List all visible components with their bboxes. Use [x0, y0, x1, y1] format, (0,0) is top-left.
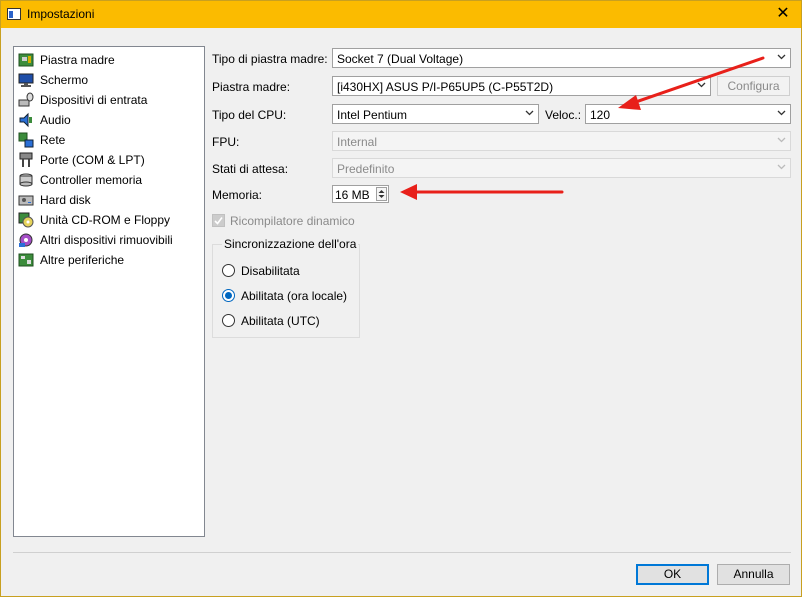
machine-value: [i430HX] ASUS P/I-P65UP5 (C-P55T2D) — [337, 80, 554, 94]
cpu-type-value: Intel Pentium — [337, 108, 408, 122]
time-sync-title: Sincronizzazione dell'ora — [222, 237, 359, 251]
time-sync-option-label: Abilitata (ora locale) — [241, 289, 348, 303]
sidebar-item-audio[interactable]: Audio — [18, 111, 202, 129]
settings-window: Impostazioni ✕ Piastra madre Schermo Dis… — [0, 0, 802, 597]
sidebar-item-label: Altre periferiche — [40, 253, 125, 267]
ports-icon — [18, 152, 34, 168]
app-icon — [7, 8, 21, 20]
sidebar-item-label: Unità CD-ROM e Floppy — [40, 213, 171, 227]
cpu-speed-label: Veloc.: — [545, 108, 582, 122]
chevron-down-icon — [777, 135, 786, 144]
time-sync-utc-radio[interactable] — [222, 314, 235, 327]
dynarec-checkbox[interactable] — [212, 214, 225, 227]
sidebar-item-label: Controller memoria — [40, 173, 143, 187]
sidebar-item-label: Rete — [40, 133, 66, 147]
fpu-value: Internal — [337, 135, 378, 149]
machine-type-label: Tipo di piastra madre: — [212, 52, 328, 66]
time-sync-disabled-radio[interactable] — [222, 264, 235, 277]
sidebar-item-cdrom-floppy[interactable]: Unità CD-ROM e Floppy — [18, 211, 202, 229]
cpu-type-label: Tipo del CPU: — [212, 108, 287, 122]
fpu-label: FPU: — [212, 135, 240, 149]
sidebar-item-network[interactable]: Rete — [18, 131, 202, 149]
network-icon — [18, 132, 34, 148]
sidebar-item-label: Porte (COM & LPT) — [40, 153, 145, 167]
cpu-speed-value: 120 — [590, 108, 611, 122]
machine-label: Piastra madre: — [212, 80, 291, 94]
wait-states-select[interactable]: Predefinito — [332, 158, 791, 178]
sidebar-item-label: Hard disk — [40, 193, 91, 207]
display-icon — [18, 72, 34, 88]
chevron-down-icon — [697, 80, 706, 89]
machine-type-value: Socket 7 (Dual Voltage) — [337, 52, 464, 66]
motherboard-icon — [18, 52, 34, 68]
cpu-speed-select[interactable]: 120 — [585, 104, 791, 124]
footer-divider — [13, 552, 791, 553]
memory-value: 16 MB — [335, 188, 370, 202]
sidebar-item-storage-controllers[interactable]: Controller memoria — [18, 171, 202, 189]
sidebar-item-hard-disks[interactable]: Hard disk — [18, 191, 202, 209]
other-peripherals-icon — [18, 252, 34, 268]
chevron-down-icon — [777, 52, 786, 61]
sidebar-item-label: Audio — [40, 113, 71, 127]
sidebar-item-other-peripherals[interactable]: Altre periferiche — [18, 251, 202, 269]
sidebar-item-motherboard[interactable]: Piastra madre — [18, 51, 202, 69]
input-devices-icon — [18, 92, 34, 108]
sidebar-item-input-devices[interactable]: Dispositivi di entrata — [18, 91, 202, 109]
sidebar-item-removable-devices[interactable]: Altri dispositivi rimuovibili — [18, 231, 202, 249]
sidebar-item-label: Schermo — [40, 73, 89, 87]
spin-arrows-icon[interactable] — [376, 187, 387, 201]
ok-button[interactable]: OK — [636, 564, 709, 585]
chevron-down-icon — [525, 108, 534, 117]
window-title: Impostazioni — [27, 7, 95, 21]
category-list: Piastra madre Schermo Dispositivi di ent… — [13, 46, 205, 537]
configure-button[interactable]: Configura — [717, 76, 790, 96]
sidebar-item-label: Dispositivi di entrata — [40, 93, 148, 107]
sidebar-item-label: Piastra madre — [40, 53, 115, 67]
memory-spinbox[interactable]: 16 MB — [332, 185, 389, 203]
removable-devices-icon — [18, 232, 34, 248]
cpu-type-select[interactable]: Intel Pentium — [332, 104, 539, 124]
time-sync-local-radio[interactable] — [222, 289, 235, 302]
dynarec-label: Ricompilatore dinamico — [230, 214, 355, 228]
audio-icon — [18, 112, 34, 128]
storage-controller-icon — [18, 172, 34, 188]
chevron-down-icon — [777, 108, 786, 117]
time-sync-option-label: Disabilitata — [241, 264, 300, 278]
time-sync-option-label: Abilitata (UTC) — [241, 314, 320, 328]
close-icon[interactable]: ✕ — [773, 4, 793, 24]
machine-type-select[interactable]: Socket 7 (Dual Voltage) — [332, 48, 791, 68]
hard-disk-icon — [18, 192, 34, 208]
machine-select[interactable]: [i430HX] ASUS P/I-P65UP5 (C-P55T2D) — [332, 76, 711, 96]
wait-states-value: Predefinito — [337, 162, 395, 176]
cancel-button[interactable]: Annulla — [717, 564, 790, 585]
title-bar: Impostazioni ✕ — [1, 1, 801, 28]
sidebar-item-label: Altri dispositivi rimuovibili — [40, 233, 173, 247]
memory-label: Memoria: — [212, 188, 263, 202]
sidebar-item-ports[interactable]: Porte (COM & LPT) — [18, 151, 202, 169]
wait-states-label: Stati di attesa: — [212, 162, 289, 176]
sidebar-item-display[interactable]: Schermo — [18, 71, 202, 89]
chevron-down-icon — [777, 162, 786, 171]
cdrom-floppy-icon — [18, 212, 34, 228]
fpu-select[interactable]: Internal — [332, 131, 791, 151]
